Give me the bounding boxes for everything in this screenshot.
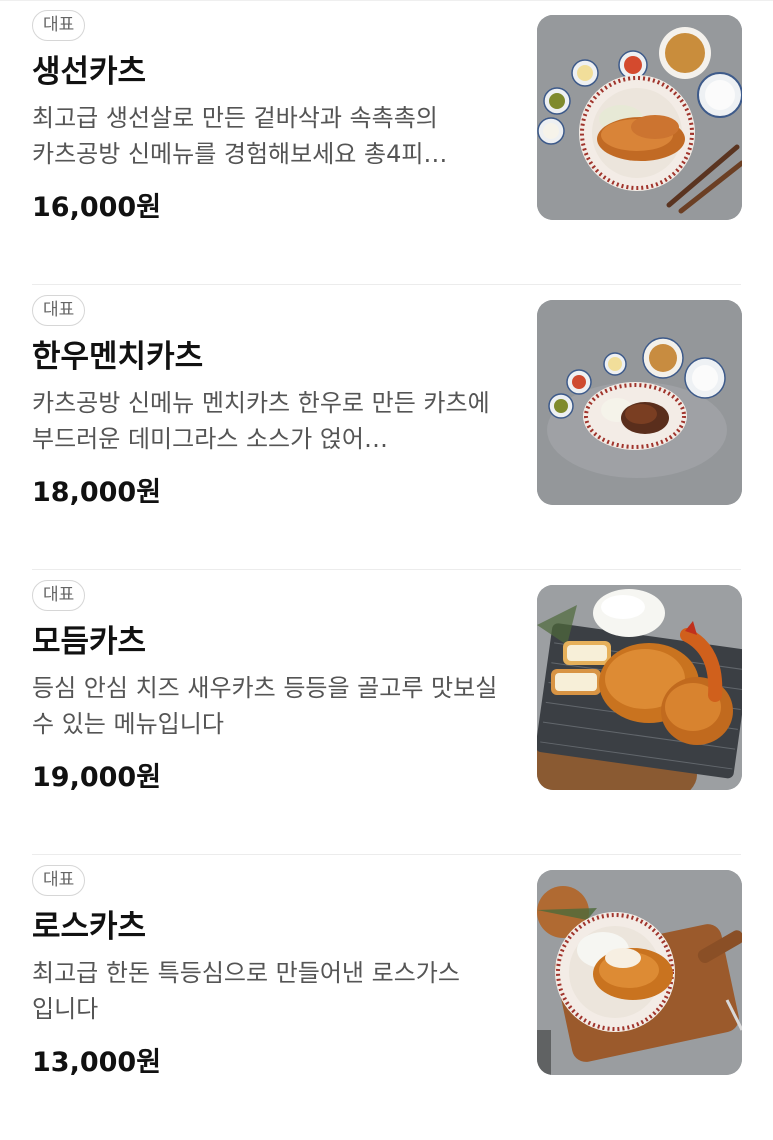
menu-item-name: 생선카츠 [32,54,147,90]
menu-item-fish-katsu[interactable]: 대표 생선카츠 최고급 생선살로 만든 겉바삭과 속촉촉의 카츠공방 신메뉴를 … [0,0,773,285]
menu-item-assorted-katsu[interactable]: 대표 모듬카츠 등심 안심 치즈 새우카츠 등등을 골고루 맛보실 수 있는 메… [0,570,773,855]
signature-badge: 대표 [32,10,86,41]
menu-item-hanwoo-menchi-katsu[interactable]: 대표 한우멘치카츠 카츠공방 신메뉴 멘치카츠 한우로 만든 카츠에 부드러운 … [0,285,773,570]
menu-item-name: 모듬카츠 [32,624,147,660]
menu-item-price: 16,000원 [32,192,162,223]
menu-item-price: 18,000원 [32,477,162,508]
menu-item-description: 등심 안심 치즈 새우카츠 등등을 골고루 맛보실 수 있는 메뉴입니다 [32,674,498,738]
assorted-katsu-tray-photo [537,585,742,790]
signature-badge: 대표 [32,295,86,326]
menu-item-photo[interactable] [537,300,742,505]
menu-item-name: 로스카츠 [32,909,147,945]
menu-item-description: 최고급 생선살로 만든 겉바삭과 속촉촉의 카츠공방 신메뉴를 경험해보세요 총… [32,104,448,168]
menu-item-name: 한우멘치카츠 [32,339,204,375]
menu-item-price: 19,000원 [32,762,162,793]
signature-badge: 대표 [32,580,86,611]
fish-katsu-set-photo [537,15,742,220]
menu-item-price: 13,000원 [32,1047,162,1078]
menu-item-description: 최고급 한돈 특등심으로 만들어낸 로스가스 입니다 [32,959,460,1023]
menu-item-photo[interactable] [537,870,742,1075]
menchi-katsu-set-photo [537,300,742,505]
menu-item-loin-katsu[interactable]: 대표 로스카츠 최고급 한돈 특등심으로 만들어낸 로스가스 입니다 13,00… [0,855,773,1140]
signature-badge: 대표 [32,865,86,896]
loin-katsu-board-photo [537,870,742,1075]
menu-item-photo[interactable] [537,15,742,220]
menu-item-photo[interactable] [537,585,742,790]
menu-item-description: 카츠공방 신메뉴 멘치카츠 한우로 만든 카츠에 부드러운 데미그라스 소스가 … [32,389,490,453]
menu-list: 대표 생선카츠 최고급 생선살로 만든 겉바삭과 속촉촉의 카츠공방 신메뉴를 … [0,0,773,1113]
